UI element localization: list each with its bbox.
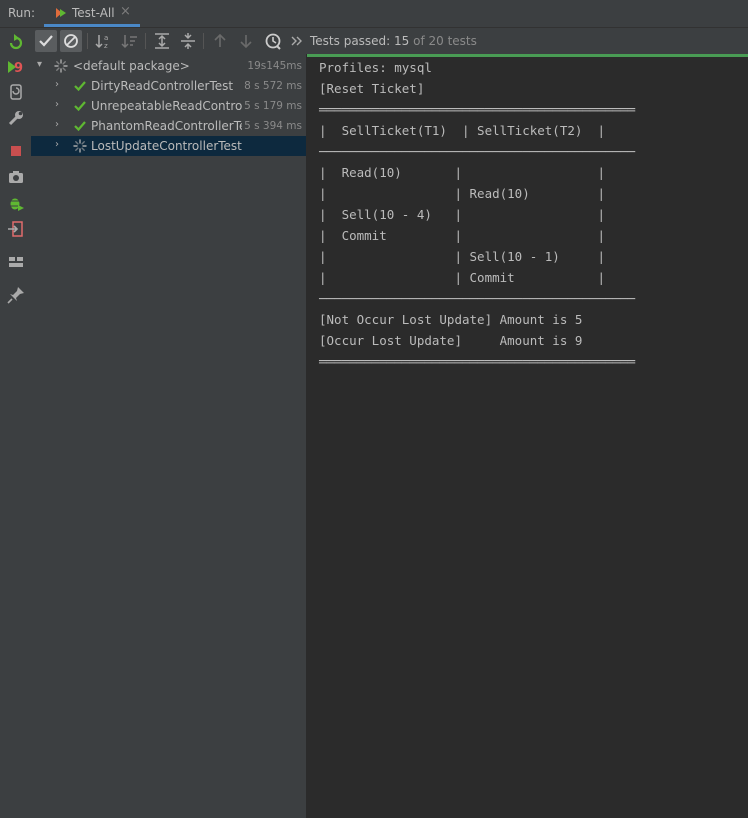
previous-failed-icon[interactable] <box>209 30 231 52</box>
tree-row-label: <default package> <box>73 59 190 73</box>
tree-row-test[interactable]: › UnrepeatableReadControllerTest 5 s 179… <box>31 96 306 116</box>
run-config-icon <box>56 8 66 18</box>
history-icon[interactable] <box>262 30 284 52</box>
console-line: | SellTicket(T1) | SellTicket(T2) | <box>319 123 605 138</box>
console-line: Profiles: mysql <box>319 60 432 75</box>
console-line: [Not Occur Lost Update] Amount is 5 <box>319 312 583 327</box>
export-icon[interactable] <box>5 218 27 240</box>
run-tool-window-header: Run: Test-All × <box>0 0 748 28</box>
chevron-down-icon[interactable]: ▾ <box>37 59 49 73</box>
console-line: | | Commit | <box>319 270 605 285</box>
sort-alphabetically-icon[interactable]: a z <box>93 30 115 52</box>
tree-row-test-selected[interactable]: › LostUpdateControllerTest <box>31 136 306 156</box>
passed-check-icon <box>74 81 86 92</box>
toolbar-separator <box>87 33 88 49</box>
toolbar-separator <box>203 33 204 49</box>
layout-icon[interactable] <box>5 251 27 273</box>
tab-test-all[interactable]: Test-All × <box>44 0 140 27</box>
close-icon[interactable]: × <box>120 4 131 19</box>
status-suffix: of 20 tests <box>409 34 477 48</box>
tree-row-label: UnrepeatableReadControllerTest <box>91 99 249 113</box>
console-line: | Read(10) | | <box>319 165 605 180</box>
next-failed-icon[interactable] <box>235 30 257 52</box>
collapse-all-icon[interactable] <box>177 30 199 52</box>
console-output[interactable]: Profiles: mysql [Reset Ticket] ═══════════… <box>307 54 748 818</box>
passed-count: 15 <box>394 34 410 48</box>
svg-text:9: 9 <box>14 61 23 76</box>
expand-all-icon[interactable] <box>151 30 173 52</box>
passed-check-icon <box>74 121 86 132</box>
test-tree: ▾ <default package> 19s145ms › DirtyRead… <box>31 54 306 818</box>
console-line: | Sell(10 - 4) | | <box>319 207 605 222</box>
tab-label: Test-All <box>72 6 115 20</box>
console-line: ════════════════════════════════════════… <box>319 102 636 117</box>
tree-row-test[interactable]: › PhantomReadControllerTest 5 s 394 ms <box>31 116 306 136</box>
rerun-failed-icon[interactable]: 9 <box>5 56 27 78</box>
more-actions-icon[interactable] <box>286 30 308 52</box>
tree-row-time: 19s145ms <box>245 60 302 72</box>
tree-row-label: LostUpdateControllerTest <box>91 139 242 153</box>
test-status-text: Tests passed: 15 of 20 tests <box>310 34 477 48</box>
run-label: Run: <box>8 6 36 20</box>
toolbar-separator <box>145 33 146 49</box>
svg-text:a: a <box>104 34 108 42</box>
chevron-right-icon[interactable]: › <box>55 139 67 153</box>
passed-check-icon <box>74 101 86 112</box>
svg-text:z: z <box>104 42 108 50</box>
console-line: [Occur Lost Update] Amount is 9 <box>319 333 583 348</box>
show-passed-icon[interactable] <box>35 30 57 52</box>
console-line: | | Sell(10 - 1) | <box>319 249 605 264</box>
pin-icon[interactable] <box>5 284 27 306</box>
wrench-icon[interactable] <box>5 107 27 129</box>
left-action-toolbar: 9 <box>0 28 32 818</box>
running-spinner-icon <box>54 59 68 73</box>
running-spinner-icon <box>73 139 87 153</box>
sort-by-duration-icon[interactable] <box>119 30 141 52</box>
tree-row-test[interactable]: › DirtyReadControllerTest 8 s 572 ms <box>31 76 306 96</box>
stop-icon[interactable] <box>5 140 27 162</box>
status-prefix: Tests passed: <box>310 34 395 48</box>
tree-row-time: 8 s 572 ms <box>242 80 302 92</box>
tree-row-label: DirtyReadControllerTest <box>91 79 234 93</box>
debug-bug-icon[interactable] <box>5 192 27 214</box>
rerun-icon[interactable] <box>5 32 27 54</box>
toggle-auto-test-icon[interactable] <box>5 81 27 103</box>
tree-row-label: PhantomReadControllerTest <box>91 119 249 133</box>
console-line: ────────────────────────────────────────… <box>319 144 636 159</box>
chevron-right-icon[interactable]: › <box>55 119 67 133</box>
tree-row-default-package[interactable]: ▾ <default package> 19s145ms <box>31 56 306 76</box>
chevron-right-icon[interactable]: › <box>55 99 67 113</box>
chevron-right-icon[interactable]: › <box>55 79 67 93</box>
console-line: | | Read(10) | <box>319 186 605 201</box>
console-line: ════════════════════════════════════════… <box>319 354 636 369</box>
show-ignored-icon[interactable] <box>60 30 82 52</box>
console-line: [Reset Ticket] <box>319 81 425 96</box>
camera-icon[interactable] <box>5 166 27 188</box>
console-line: | Commit | | <box>319 228 605 243</box>
tree-row-time: 5 s 394 ms <box>242 120 302 132</box>
console-line: ────────────────────────────────────────… <box>319 291 636 306</box>
test-tree-toolbar: a z <box>31 28 306 54</box>
tree-row-time: 5 s 179 ms <box>242 100 302 112</box>
